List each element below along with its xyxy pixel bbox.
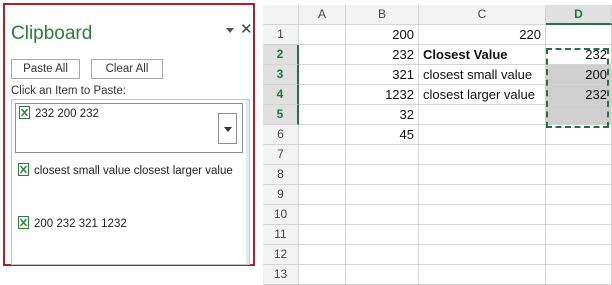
cell-c9[interactable] bbox=[419, 185, 546, 205]
cell-a7[interactable] bbox=[299, 145, 346, 165]
cell-a1[interactable] bbox=[299, 25, 346, 45]
row-header-9[interactable]: 9 bbox=[263, 185, 299, 205]
cell-c4[interactable]: closest larger value bbox=[419, 85, 546, 105]
column-header-a[interactable]: A bbox=[299, 5, 346, 25]
cell-a9[interactable] bbox=[299, 185, 346, 205]
close-icon[interactable]: ✕ bbox=[240, 22, 253, 38]
item-dropdown-button[interactable] bbox=[218, 113, 237, 144]
row-header-7[interactable]: 7 bbox=[263, 145, 299, 165]
cell-d3[interactable]: 200 bbox=[546, 65, 612, 85]
row-header-10[interactable]: 10 bbox=[263, 205, 299, 225]
chevron-down-icon bbox=[224, 127, 232, 132]
clipboard-item-text: 200 232 321 1232 bbox=[34, 218, 127, 230]
clipboard-item[interactable]: closest small value closest larger value bbox=[15, 161, 243, 195]
cell-d12[interactable] bbox=[546, 245, 612, 265]
row-header-13[interactable]: 13 bbox=[263, 265, 299, 285]
cell-c8[interactable] bbox=[419, 165, 546, 185]
cell-c12[interactable] bbox=[419, 245, 546, 265]
cell-d11[interactable] bbox=[546, 225, 612, 245]
clear-all-button[interactable]: Clear All bbox=[91, 59, 163, 79]
cell-b3[interactable]: 321 bbox=[346, 65, 419, 85]
cell-b1[interactable]: 200 bbox=[346, 25, 419, 45]
cell-b5[interactable]: 32 bbox=[346, 105, 419, 125]
cell-a6[interactable] bbox=[299, 125, 346, 145]
cell-d2[interactable]: 232 bbox=[546, 45, 612, 65]
cell-c13[interactable] bbox=[419, 265, 546, 285]
cell-a10[interactable] bbox=[299, 205, 346, 225]
cell-b8[interactable] bbox=[346, 165, 419, 185]
cell-b2[interactable]: 232 bbox=[346, 45, 419, 65]
cell-b10[interactable] bbox=[346, 205, 419, 225]
cell-b11[interactable] bbox=[346, 225, 419, 245]
cell-d5[interactable] bbox=[546, 105, 612, 125]
cell-c1[interactable]: 220 bbox=[419, 25, 546, 45]
paste-all-button[interactable]: Paste All bbox=[11, 59, 80, 79]
cell-d1[interactable] bbox=[546, 25, 612, 45]
row-header-8[interactable]: 8 bbox=[263, 165, 299, 185]
cell-d8[interactable] bbox=[546, 165, 612, 185]
clipboard-pane: Clipboard ✕ Paste All Clear All Click an… bbox=[3, 3, 255, 266]
clipboard-item-text: 232 200 232 bbox=[35, 108, 99, 120]
cell-d9[interactable] bbox=[546, 185, 612, 205]
cell-c5[interactable] bbox=[419, 105, 546, 125]
cell-c6[interactable] bbox=[419, 125, 546, 145]
excel-icon bbox=[18, 216, 29, 229]
cell-b12[interactable] bbox=[346, 245, 419, 265]
row-header-2[interactable]: 2 bbox=[263, 45, 299, 65]
cell-a4[interactable] bbox=[299, 85, 346, 105]
cell-a11[interactable] bbox=[299, 225, 346, 245]
clipboard-item[interactable]: 232 200 232 bbox=[15, 103, 243, 153]
cell-a8[interactable] bbox=[299, 165, 346, 185]
cell-d4[interactable]: 232 bbox=[546, 85, 612, 105]
cell-c2[interactable]: Closest Value bbox=[419, 45, 546, 65]
row-header-3[interactable]: 3 bbox=[263, 65, 299, 85]
clipboard-item-list: 232 200 232 closest small value closest … bbox=[11, 99, 250, 265]
cell-d13[interactable] bbox=[546, 265, 612, 285]
cell-a12[interactable] bbox=[299, 245, 346, 265]
column-header-d[interactable]: D bbox=[546, 5, 612, 25]
cell-d6[interactable] bbox=[546, 125, 612, 145]
excel-icon bbox=[19, 106, 30, 119]
cell-a3[interactable] bbox=[299, 65, 346, 85]
cell-c7[interactable] bbox=[419, 145, 546, 165]
cell-b6[interactable]: 45 bbox=[346, 125, 419, 145]
list-scrollbar[interactable] bbox=[246, 100, 249, 264]
clipboard-title: Clipboard bbox=[11, 23, 93, 44]
row-header-6[interactable]: 6 bbox=[263, 125, 299, 145]
cell-d10[interactable] bbox=[546, 205, 612, 225]
cell-c11[interactable] bbox=[419, 225, 546, 245]
cell-a5[interactable] bbox=[299, 105, 346, 125]
paste-instruction: Click an Item to Paste: bbox=[11, 85, 127, 97]
row-header-1[interactable]: 1 bbox=[263, 25, 299, 45]
cell-a2[interactable] bbox=[299, 45, 346, 65]
row-header-4[interactable]: 4 bbox=[263, 85, 299, 105]
cell-c3[interactable]: closest small value bbox=[419, 65, 546, 85]
cell-b4[interactable]: 1232 bbox=[346, 85, 419, 105]
clipboard-item-text: closest small value closest larger value bbox=[34, 165, 233, 177]
cell-a13[interactable] bbox=[299, 265, 346, 285]
excel-icon bbox=[18, 163, 29, 176]
cell-c10[interactable] bbox=[419, 205, 546, 225]
row-header-12[interactable]: 12 bbox=[263, 245, 299, 265]
row-header-5[interactable]: 5 bbox=[263, 105, 299, 125]
column-header-b[interactable]: B bbox=[346, 5, 419, 25]
row-header-11[interactable]: 11 bbox=[263, 225, 299, 245]
select-all-corner[interactable] bbox=[263, 5, 299, 25]
cell-b13[interactable] bbox=[346, 265, 419, 285]
pane-options-chevron-icon[interactable] bbox=[226, 28, 234, 33]
cell-b7[interactable] bbox=[346, 145, 419, 165]
spreadsheet-grid: A B C D 1 200 220 2 232 Closest Value 232 3 321 c… bbox=[263, 0, 612, 285]
column-header-c[interactable]: C bbox=[419, 5, 546, 25]
clipboard-item[interactable]: 200 232 321 1232 bbox=[15, 214, 243, 234]
cell-d7[interactable] bbox=[546, 145, 612, 165]
cell-b9[interactable] bbox=[346, 185, 419, 205]
